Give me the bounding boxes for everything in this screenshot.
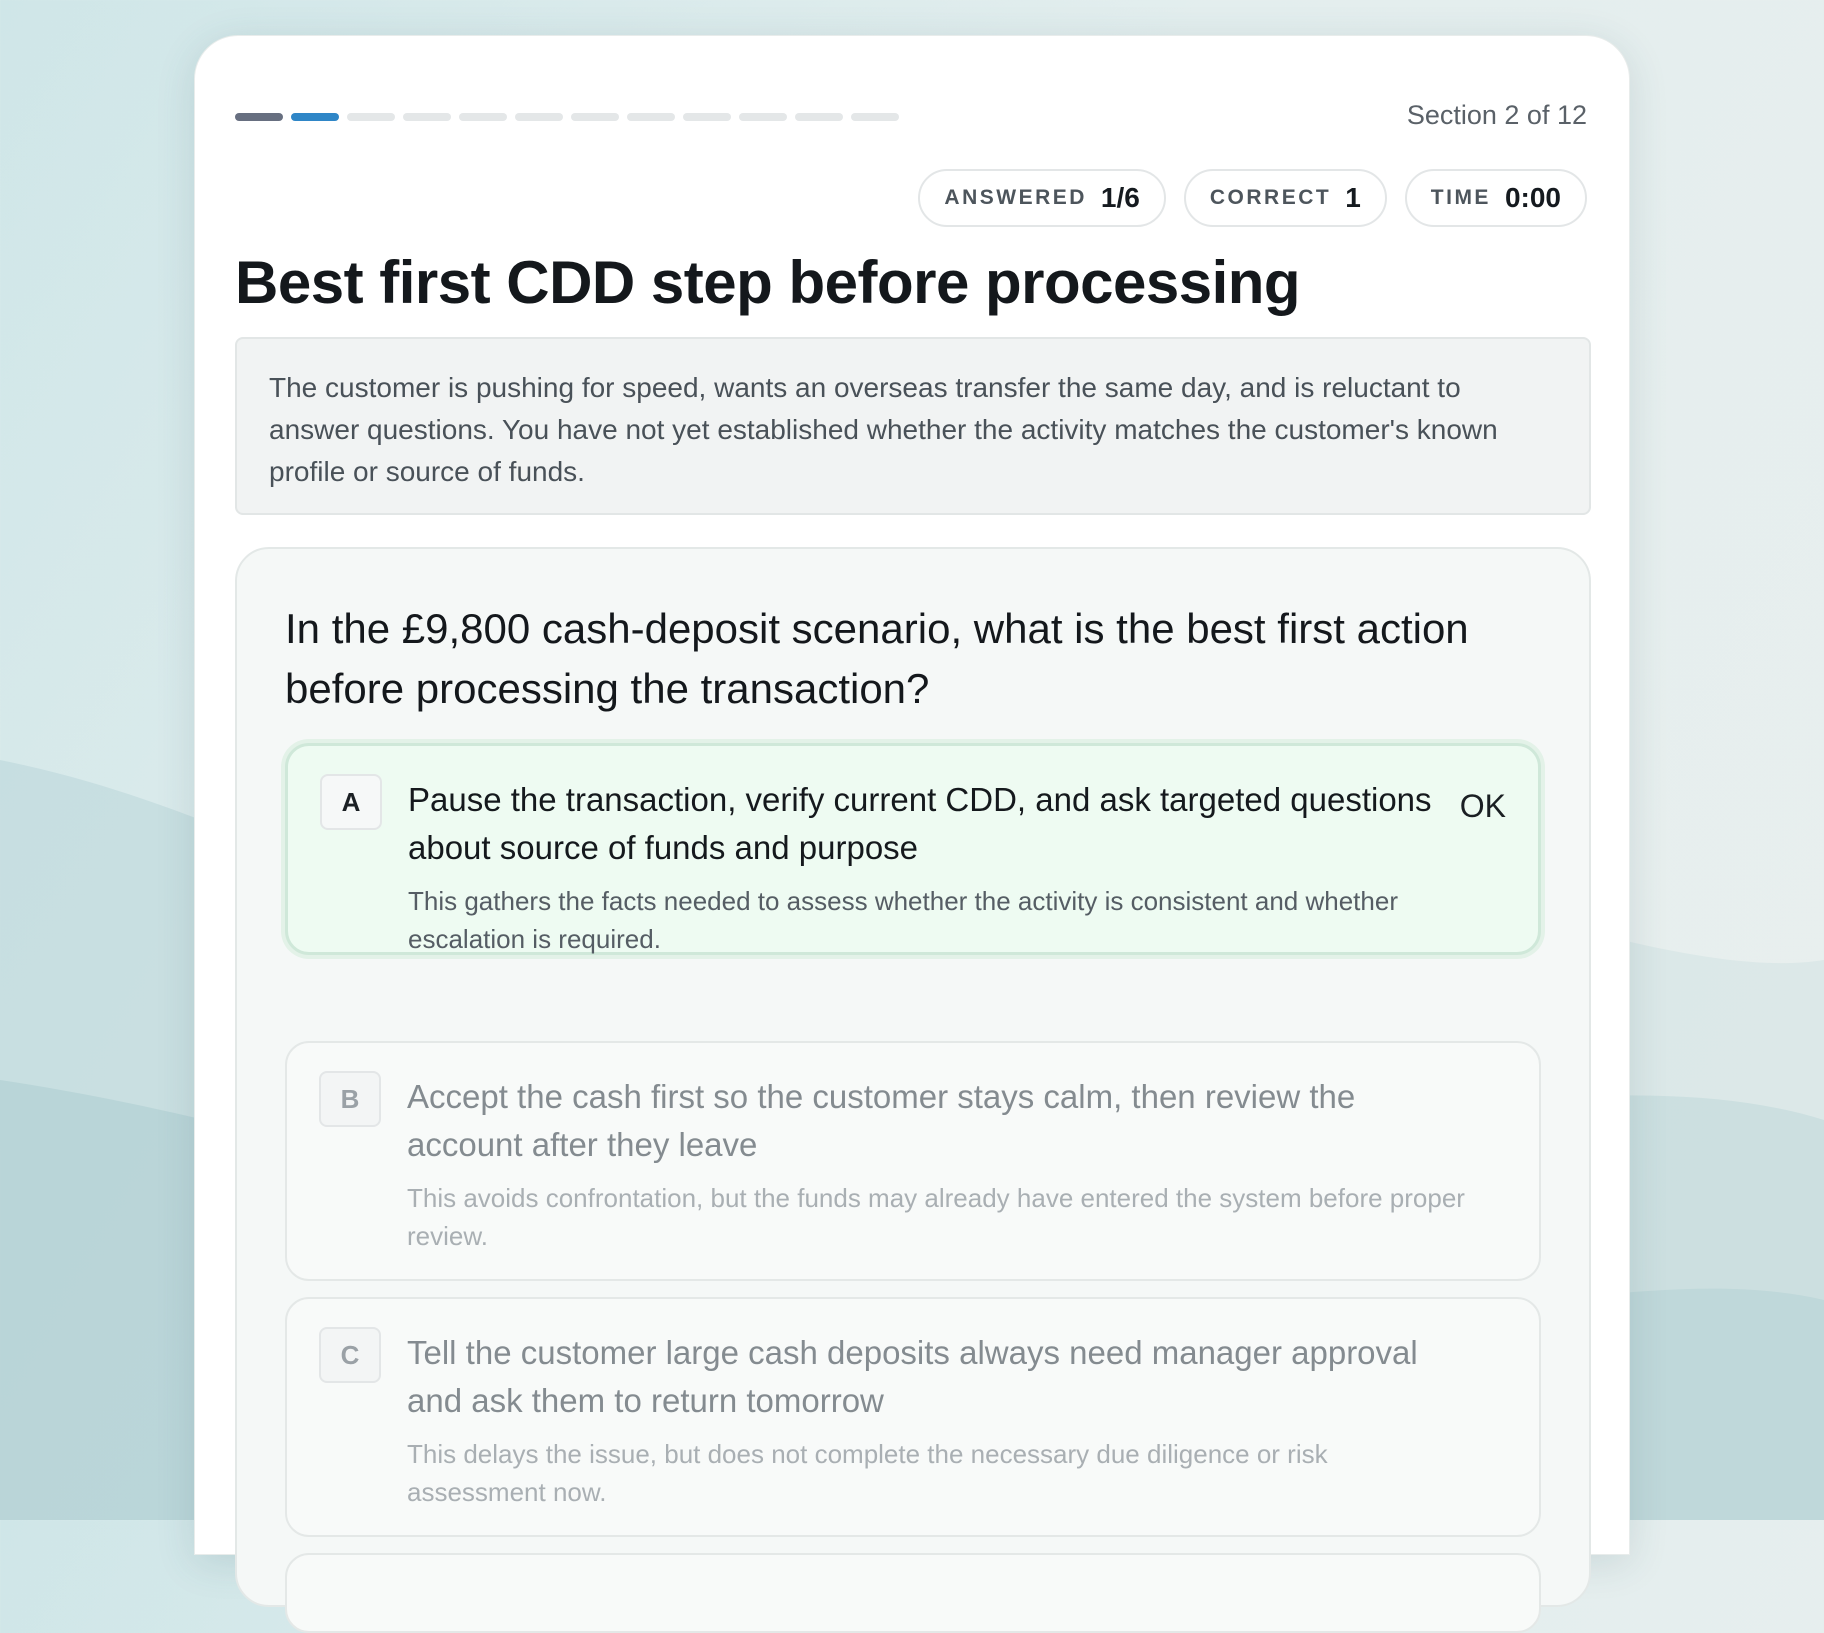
answer-option-a[interactable]: A Pause the transaction, verify current … [285, 743, 1541, 955]
progress-segment [627, 113, 675, 121]
progress-segment [683, 113, 731, 121]
page-title: Best first CDD step before processing [235, 249, 1301, 316]
progress-segment [459, 113, 507, 121]
progress-segment [403, 113, 451, 121]
progress-segment [851, 113, 899, 121]
stat-time: TIME 0:00 [1404, 169, 1587, 227]
question-panel: In the £9,800 cash-deposit scenario, wha… [235, 547, 1591, 1633]
quiz-card: Section 2 of 12 ANSWERED 1/6 CORRECT 1 T… [194, 35, 1630, 1633]
answer-option-d[interactable] [285, 1553, 1541, 1633]
progress-segment [235, 113, 283, 121]
progress-segment [739, 113, 787, 121]
option-explanation: This avoids confrontation, but the funds… [407, 1183, 1465, 1251]
answer-option-b[interactable]: B Accept the cash first so the customer … [285, 1041, 1541, 1281]
stats-bar: ANSWERED 1/6 CORRECT 1 TIME 0:00 [918, 169, 1587, 227]
progress-segment [291, 113, 339, 121]
option-text: Tell the customer large cash deposits al… [407, 1334, 1418, 1419]
stat-value: 1/6 [1100, 182, 1140, 213]
progress-segment [795, 113, 843, 121]
section-indicator: Section 2 of 12 [1406, 100, 1587, 130]
stat-value: 0:00 [1504, 182, 1561, 213]
option-letter: B [319, 1071, 381, 1127]
option-explanation: This gathers the facts needed to assess … [408, 886, 1398, 954]
answer-option-c[interactable]: C Tell the customer large cash deposits … [285, 1297, 1541, 1537]
progress-segment [571, 113, 619, 121]
option-explanation: This delays the issue, but does not comp… [407, 1439, 1328, 1507]
stat-correct: CORRECT 1 [1183, 169, 1387, 227]
stat-label: TIME [1430, 186, 1491, 209]
option-letter: C [319, 1327, 381, 1383]
stat-label: CORRECT [1209, 186, 1332, 209]
stat-value: 1 [1345, 182, 1361, 213]
option-text: Pause the transaction, verify current CD… [408, 781, 1432, 866]
correct-status-label: OK [1459, 788, 1506, 824]
progress-segment [515, 113, 563, 121]
progress-segment [347, 113, 395, 121]
stat-answered: ANSWERED 1/6 [918, 169, 1166, 227]
scenario-description: The customer is pushing for speed, wants… [235, 337, 1591, 515]
stat-label: ANSWERED [944, 186, 1087, 209]
question-text: In the £9,800 cash-deposit scenario, wha… [285, 605, 1469, 712]
option-text: Accept the cash first so the customer st… [407, 1078, 1356, 1163]
option-letter: A [320, 774, 382, 830]
